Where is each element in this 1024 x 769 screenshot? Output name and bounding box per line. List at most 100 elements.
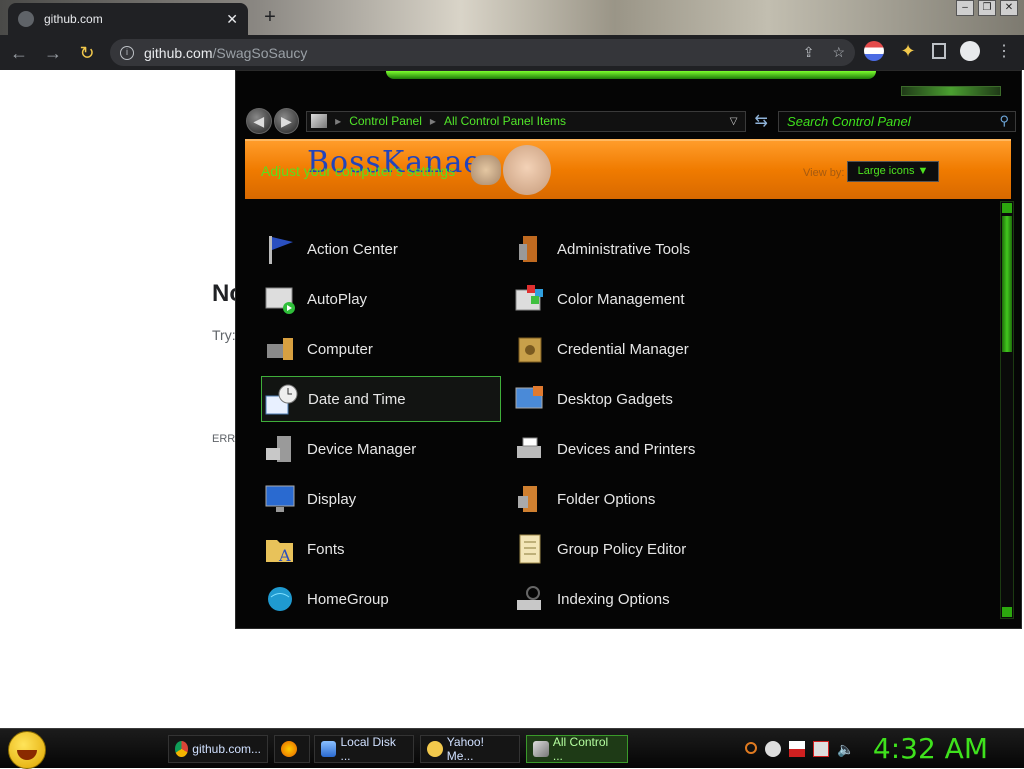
taskbar-clock[interactable]: 4:32 AM bbox=[873, 732, 988, 765]
address-bar[interactable]: i github.com /SwagSoSaucy ⇪ ☆ bbox=[110, 39, 855, 66]
cp-item-label: Devices and Printers bbox=[557, 440, 696, 458]
cp-item-label: Computer bbox=[307, 340, 373, 358]
task-label: Yahoo! Me... bbox=[446, 735, 484, 763]
taskbar: github.com... Local Disk ... Yahoo! Me..… bbox=[0, 728, 1024, 769]
breadcrumb-control-panel[interactable]: Control Panel bbox=[349, 114, 422, 128]
cp-item-action-center[interactable]: Action Center bbox=[261, 226, 501, 272]
cp-item-desktop-gadgets[interactable]: Desktop Gadgets bbox=[511, 376, 751, 422]
site-info-icon[interactable]: i bbox=[120, 45, 134, 60]
url-domain: github.com bbox=[144, 44, 213, 61]
volume-icon[interactable]: 🔈 bbox=[837, 741, 854, 757]
control-panel-window: ◀ ▶ ▸ Control Panel ▸ All Control Panel … bbox=[235, 70, 1022, 629]
chrome-icon bbox=[175, 741, 189, 757]
cp-item-label: Color Management bbox=[557, 290, 685, 308]
network-icon[interactable] bbox=[813, 741, 829, 757]
cp-item-homegroup[interactable]: HomeGroup bbox=[261, 576, 501, 622]
window-caption-buttons[interactable] bbox=[901, 86, 1001, 96]
flag-icon bbox=[269, 236, 293, 264]
cp-item-color-management[interactable]: Color Management bbox=[511, 276, 751, 322]
breadcrumb-separator-icon: ▸ bbox=[429, 114, 436, 128]
breadcrumb-all-items[interactable]: All Control Panel Items bbox=[444, 114, 566, 128]
cp-item-label: Credential Manager bbox=[557, 340, 689, 358]
cp-item-computer[interactable]: Computer bbox=[261, 326, 501, 372]
task-github[interactable]: github.com... bbox=[168, 735, 268, 763]
new-tab-button[interactable]: + bbox=[258, 5, 282, 29]
control-panel-search[interactable]: Search Control Panel ⚲ bbox=[778, 110, 1016, 132]
cp-item-autoplay[interactable]: AutoPlay bbox=[261, 276, 501, 322]
cp-item-label: HomeGroup bbox=[307, 590, 389, 608]
control-panel-nav: ◀ ▶ ▸ Control Panel ▸ All Control Panel … bbox=[246, 107, 1016, 135]
cp-item-label: Device Manager bbox=[307, 440, 417, 458]
profile-avatar-icon[interactable] bbox=[960, 41, 980, 61]
banner-subtitle: Adjust your computer's settings bbox=[261, 163, 456, 179]
printer-icon bbox=[517, 437, 541, 458]
vertical-scrollbar[interactable] bbox=[1000, 201, 1014, 619]
back-icon[interactable]: ← bbox=[4, 38, 34, 68]
admin-tools-icon bbox=[519, 236, 537, 262]
cp-item-date-and-time[interactable]: Date and Time bbox=[261, 376, 501, 422]
close-window-icon[interactable]: ✕ bbox=[1000, 0, 1018, 16]
homegroup-globe-icon bbox=[268, 587, 292, 611]
task-label: All Control ... bbox=[552, 735, 609, 763]
browser-tab-strip: github.com ✕ + – ❐ ✕ bbox=[0, 0, 1024, 35]
scroll-up-icon[interactable] bbox=[1002, 203, 1012, 213]
share-icon[interactable]: ⇪ bbox=[803, 44, 815, 61]
scrollbar-thumb[interactable] bbox=[1002, 216, 1012, 352]
cp-item-label: Folder Options bbox=[557, 490, 656, 508]
task-yahoo-messenger[interactable]: Yahoo! Me... bbox=[420, 735, 520, 763]
cp-item-label: AutoPlay bbox=[307, 290, 368, 308]
menu-kebab-icon[interactable]: ⋮ bbox=[994, 41, 1014, 61]
search-tray-icon[interactable] bbox=[745, 742, 757, 754]
scroll-down-icon[interactable] bbox=[1002, 607, 1012, 617]
view-by-label: View by: bbox=[803, 167, 845, 179]
action-center-flag-icon[interactable] bbox=[789, 741, 805, 757]
cp-item-fonts[interactable]: A Fonts bbox=[261, 526, 501, 572]
minimize-icon[interactable]: – bbox=[956, 0, 974, 16]
reload-icon[interactable]: ↻ bbox=[72, 38, 102, 68]
url-path: /SwagSoSaucy bbox=[212, 44, 308, 61]
extensions-puzzle-icon[interactable]: ✦ bbox=[898, 41, 918, 61]
restore-icon[interactable]: ❐ bbox=[978, 0, 996, 16]
computer-icon bbox=[267, 338, 293, 360]
cp-item-device-manager[interactable]: Device Manager bbox=[261, 426, 501, 472]
extension-flag-icon[interactable] bbox=[864, 41, 884, 61]
view-by-dropdown[interactable]: Large icons ▼ bbox=[847, 161, 939, 182]
banner-image-icon bbox=[471, 155, 501, 185]
task-local-disk[interactable]: Local Disk ... bbox=[314, 735, 414, 763]
cp-item-label: Administrative Tools bbox=[557, 240, 691, 258]
window-controls: – ❐ ✕ bbox=[956, 0, 1018, 20]
forward-icon[interactable]: → bbox=[38, 38, 68, 68]
breadcrumb-separator-icon: ▸ bbox=[335, 114, 342, 128]
cp-item-administrative-tools[interactable]: Administrative Tools bbox=[511, 226, 751, 272]
address-dropdown-icon[interactable]: ▽ bbox=[730, 116, 738, 127]
search-placeholder: Search Control Panel bbox=[787, 113, 911, 129]
control-panel-icon bbox=[533, 741, 549, 757]
cp-item-group-policy-editor[interactable]: Group Policy Editor bbox=[511, 526, 751, 572]
tab-close-icon[interactable]: ✕ bbox=[226, 11, 238, 28]
task-firefox[interactable] bbox=[274, 735, 310, 763]
cp-item-folder-options[interactable]: Folder Options bbox=[511, 476, 751, 522]
control-panel-banner: BossKanae Adjust your computer's setting… bbox=[245, 139, 1011, 199]
start-button-smiley-icon[interactable] bbox=[8, 731, 46, 769]
fonts-folder-icon: A bbox=[266, 540, 293, 565]
browser-tab[interactable]: github.com ✕ bbox=[8, 3, 248, 35]
cp-item-display[interactable]: Display bbox=[261, 476, 501, 522]
cp-item-label: Group Policy Editor bbox=[557, 540, 687, 558]
forward-arrow-icon[interactable]: ▶ bbox=[273, 108, 300, 134]
tab-title: github.com bbox=[44, 12, 103, 26]
bookmark-star-icon[interactable]: ☆ bbox=[832, 44, 845, 61]
cp-item-indexing-options[interactable]: Indexing Options bbox=[511, 576, 751, 622]
task-control-panel[interactable]: All Control ... bbox=[526, 735, 628, 763]
side-panel-icon[interactable] bbox=[932, 43, 946, 59]
svg-text:A: A bbox=[278, 546, 291, 565]
search-icon[interactable]: ⚲ bbox=[999, 113, 1009, 129]
gadgets-icon bbox=[515, 386, 543, 409]
autoplay-icon bbox=[265, 287, 295, 314]
cp-item-devices-and-printers[interactable]: Devices and Printers bbox=[511, 426, 751, 472]
control-panel-address-bar[interactable]: ▸ Control Panel ▸ All Control Panel Item… bbox=[306, 110, 747, 132]
refresh-icon[interactable]: ⇆ bbox=[750, 111, 772, 132]
back-arrow-icon[interactable]: ◀ bbox=[246, 108, 272, 134]
messenger-tray-icon[interactable] bbox=[765, 741, 781, 757]
cp-item-credential-manager[interactable]: Credential Manager bbox=[511, 326, 751, 372]
cp-item-label: Fonts bbox=[307, 540, 345, 558]
